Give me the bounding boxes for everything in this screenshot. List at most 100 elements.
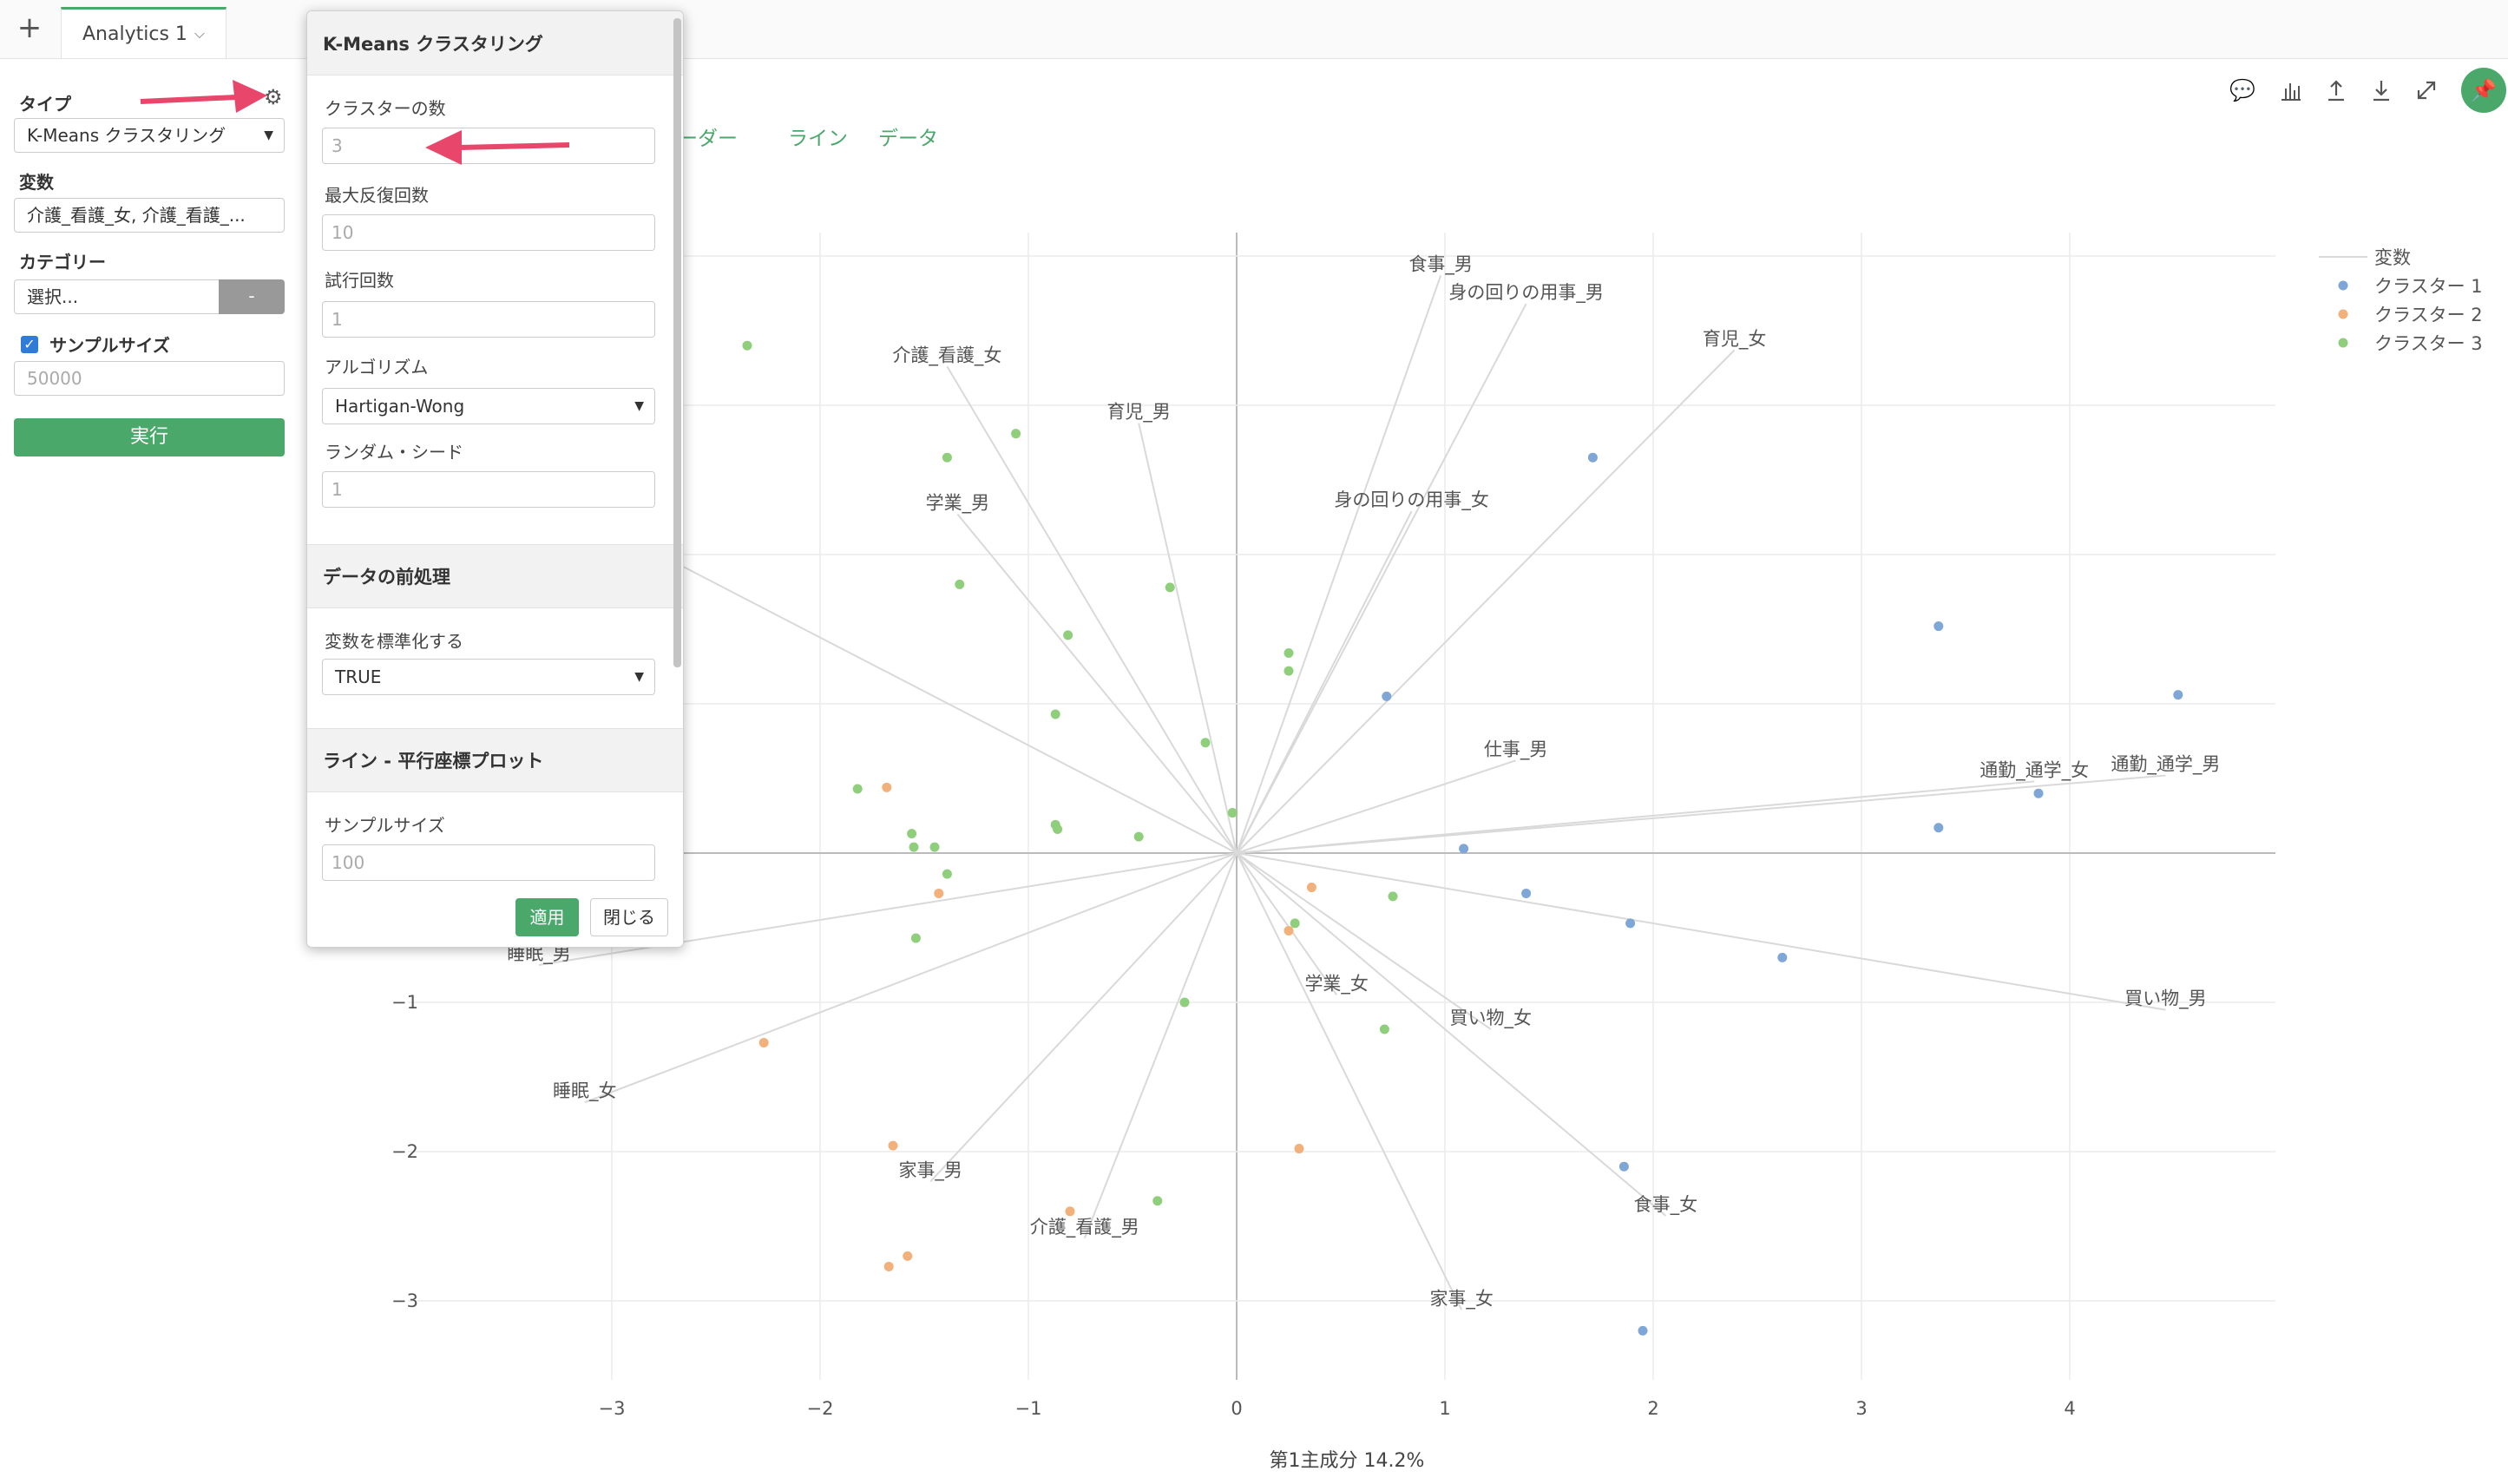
vector-label: 育児_女	[1703, 328, 1767, 350]
vector-label: 身の回りの用事_女	[1334, 489, 1489, 511]
max-iter-field[interactable]: 10	[322, 214, 655, 251]
legend-entry: クラスター 1	[2374, 276, 2483, 297]
data-point	[1379, 1024, 1389, 1034]
data-point	[882, 782, 892, 792]
data-point	[942, 869, 952, 879]
algorithm-label: アルゴリズム	[325, 357, 429, 378]
data-point	[1388, 891, 1398, 902]
vector-line	[946, 365, 1238, 854]
legend-title: 変数	[2374, 247, 2411, 268]
vector-label: 通勤_通学_男	[2111, 754, 2220, 776]
vector-label: 学業_女	[1304, 973, 1369, 995]
trials-field[interactable]: 1	[322, 301, 655, 338]
seed-label: ランダム・シード	[325, 442, 463, 463]
legend-entry: クラスター 2	[2374, 305, 2483, 325]
standardize-label: 変数を標準化する	[325, 631, 463, 652]
close-button[interactable]: 閉じる	[590, 898, 668, 936]
y-tick-label: −1	[391, 992, 418, 1013]
legend-swatch	[2338, 338, 2348, 348]
data-point	[929, 842, 940, 852]
standardize-select[interactable]: TRUE ▼	[322, 659, 655, 695]
vector-label: 食事_女	[1634, 1194, 1698, 1216]
caret-down-icon: ▼	[634, 399, 644, 413]
kmeans-settings-panel: K-Means クラスタリング クラスターの数 3 最大反復回数 10 試行回数…	[306, 10, 684, 948]
data-point	[1063, 630, 1073, 640]
data-point	[1011, 429, 1021, 439]
data-point	[955, 579, 965, 589]
x-tick-label: 1	[1439, 1398, 1450, 1419]
vector-line	[1236, 852, 1667, 1217]
data-point	[903, 1251, 913, 1261]
vector-label: 身の回りの用事_男	[1448, 282, 1604, 304]
data-point	[742, 340, 752, 351]
data-point	[1618, 1161, 1629, 1172]
seed-field[interactable]: 1	[322, 471, 655, 508]
data-point	[1165, 582, 1175, 593]
vector-label: 買い物_男	[2124, 988, 2207, 1010]
data-point	[883, 1261, 894, 1271]
apply-button[interactable]: 適用	[515, 898, 579, 936]
vector-label: 学業_男	[926, 493, 990, 515]
data-point	[907, 829, 917, 839]
data-point	[1382, 691, 1392, 701]
y-tick-label: −2	[391, 1141, 418, 1162]
vector-label: 育児_男	[1106, 402, 1171, 424]
line-sample-size-field[interactable]: 100	[322, 844, 655, 881]
line-section-title: ライン - 平行座標プロット	[307, 728, 683, 792]
data-point	[1200, 738, 1211, 748]
vector-line	[1236, 774, 2166, 854]
vector-line	[1138, 423, 1238, 854]
data-point	[1306, 883, 1316, 893]
legend-swatch	[2338, 309, 2348, 319]
caret-down-icon: ▼	[634, 670, 644, 684]
clusters-field[interactable]: 3	[322, 128, 655, 164]
data-point	[1934, 621, 1944, 632]
data-point	[1290, 918, 1300, 929]
data-point	[1625, 918, 1636, 929]
data-point	[1284, 666, 1294, 676]
panel-scrollbar[interactable]	[673, 18, 681, 667]
y-tick-label: −3	[391, 1290, 418, 1311]
max-iter-label: 最大反復回数	[325, 185, 429, 206]
data-point	[1050, 709, 1060, 719]
vector-label: 介護_看護_男	[1030, 1217, 1139, 1238]
data-point	[1179, 997, 1190, 1008]
vector-line	[1236, 349, 1736, 854]
line-sample-size-label: サンプルサイズ	[325, 815, 445, 836]
data-point	[888, 1140, 898, 1151]
vector-label: 仕事_男	[1484, 739, 1548, 760]
data-point	[2173, 690, 2183, 700]
trials-label: 試行回数	[325, 270, 394, 291]
data-point	[1284, 648, 1294, 659]
data-point	[942, 452, 952, 463]
legend-entry: クラスター 3	[2374, 333, 2483, 354]
data-point	[909, 842, 919, 852]
vector-line	[1236, 275, 1442, 854]
data-point	[1284, 925, 1294, 936]
data-point	[1521, 888, 1532, 898]
data-point	[1638, 1325, 1648, 1336]
data-point	[1294, 1144, 1304, 1154]
legend-swatch	[2338, 280, 2348, 291]
vector-label: 家事_女	[1429, 1288, 1494, 1310]
x-tick-label: 3	[1855, 1398, 1867, 1419]
algorithm-select[interactable]: Hartigan-Wong ▼	[322, 388, 655, 424]
vector-line	[1236, 852, 2166, 1011]
x-tick-label: −1	[1015, 1398, 1042, 1419]
x-tick-label: 4	[2064, 1398, 2075, 1419]
x-tick-label: −2	[807, 1398, 834, 1419]
data-point	[934, 888, 944, 898]
vector-line	[1236, 510, 1413, 854]
data-point	[1587, 452, 1598, 463]
algorithm-select-value: Hartigan-Wong	[335, 396, 465, 417]
vector-label: 通勤_通学_女	[1979, 759, 2089, 781]
data-point	[1133, 831, 1144, 842]
data-point	[852, 784, 863, 794]
standardize-select-value: TRUE	[335, 666, 382, 687]
data-point	[1053, 824, 1063, 834]
data-point	[1934, 823, 1944, 833]
data-point	[2033, 788, 2044, 798]
vector-label: 睡眠_女	[553, 1080, 617, 1102]
data-point	[1152, 1196, 1163, 1206]
vector-line	[956, 513, 1238, 854]
